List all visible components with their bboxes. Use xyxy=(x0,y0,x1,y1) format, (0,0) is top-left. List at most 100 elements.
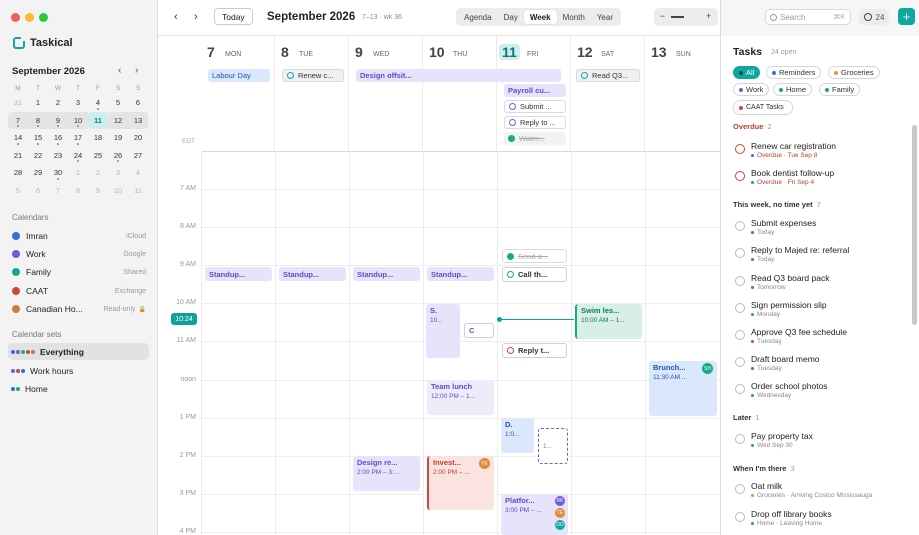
view-tab-month[interactable]: Month xyxy=(557,10,591,24)
calendar-item-caat[interactable]: CAAT Exchange xyxy=(12,286,146,296)
calendar-item-imran[interactable]: Imran iCloud xyxy=(12,231,146,241)
minical-day[interactable]: 21 xyxy=(8,147,28,165)
allday-task-water-done[interactable]: Water... xyxy=(504,132,566,145)
add-button[interactable]: + xyxy=(898,8,915,25)
minical-day[interactable]: 17 xyxy=(68,129,88,147)
minical-day[interactable]: 26 xyxy=(108,147,128,165)
task-checkbox[interactable] xyxy=(735,248,745,258)
task-checkbox[interactable] xyxy=(735,512,745,522)
task-checkbox[interactable] xyxy=(735,330,745,340)
task-checkbox[interactable] xyxy=(735,221,745,231)
allday-task-renew[interactable]: Renew c... xyxy=(282,69,344,82)
tasks-scrollbar[interactable] xyxy=(912,125,917,325)
filter-chip-reminders[interactable]: Reminders xyxy=(766,66,822,79)
minical-day[interactable]: 7 xyxy=(48,182,68,200)
event-placeholder-fri[interactable]: 1... xyxy=(538,428,568,464)
event-swim-lessons[interactable]: Swim les... 10:00 AM – 1... xyxy=(575,304,642,339)
task-checkbox[interactable] xyxy=(735,171,745,181)
minical-day[interactable]: 20 xyxy=(128,129,148,147)
minical-day[interactable]: 8 xyxy=(28,111,48,129)
minical-day[interactable]: 22 xyxy=(28,147,48,165)
day-header-thu[interactable]: 10 THU xyxy=(423,36,497,151)
minical-day[interactable]: 6 xyxy=(28,182,48,200)
event-team-lunch[interactable]: Team lunch 12:00 PM – 1... xyxy=(427,380,494,415)
view-tab-week[interactable]: Week xyxy=(523,10,557,24)
event-s-thu[interactable]: S. 10... xyxy=(426,304,460,358)
minical-day[interactable]: 9 xyxy=(88,182,108,200)
minical-day[interactable]: 27 xyxy=(128,147,148,165)
maximize-window-button[interactable] xyxy=(39,13,48,22)
view-tab-year[interactable]: Year xyxy=(591,10,619,24)
task-item[interactable]: Reply to Majed re: referral Today xyxy=(733,244,905,268)
task-item[interactable]: Order school photos Wednesday xyxy=(733,380,905,404)
zoom-slider[interactable] xyxy=(671,16,684,18)
task-item[interactable]: Read Q3 board pack Tomorrow xyxy=(733,272,905,296)
minical-day[interactable]: 10 xyxy=(108,182,128,200)
allday-event-design-offsite[interactable]: Design offsit... xyxy=(356,69,561,82)
next-week-button[interactable]: › xyxy=(194,11,198,23)
task-item[interactable]: Submit expenses Today xyxy=(733,217,905,241)
minical-day[interactable]: 1 xyxy=(68,164,88,182)
calendar-set-home[interactable]: Home xyxy=(8,380,149,397)
event-brunch[interactable]: Brunch... 11:30 AM ... SH xyxy=(649,361,717,416)
calendar-item-work[interactable]: Work Google xyxy=(12,249,146,259)
event-investor[interactable]: Invest... 2:00 PM – ... TE xyxy=(427,456,494,510)
day-header-wed[interactable]: 9 WED xyxy=(349,36,423,151)
event-standup-thu[interactable]: Standup... xyxy=(427,267,494,281)
minical-day[interactable]: 5 xyxy=(108,94,128,112)
event-standup-mon[interactable]: Standup... xyxy=(205,267,272,281)
allday-task-read-q3[interactable]: Read Q3... xyxy=(576,69,640,82)
minical-prev-button[interactable]: ‹ xyxy=(118,65,121,76)
minical-today[interactable]: 11 xyxy=(88,111,108,129)
task-item[interactable]: Pay property tax Wed Sep 30 xyxy=(733,430,905,454)
today-button[interactable]: Today xyxy=(214,8,253,25)
minimize-window-button[interactable] xyxy=(25,13,34,22)
minical-day[interactable]: 16 xyxy=(48,129,68,147)
minical-day[interactable]: 7 xyxy=(8,111,28,129)
day-header-sat[interactable]: 12 SAT xyxy=(571,36,645,151)
day-header-sun[interactable]: 13 SUN xyxy=(645,36,720,151)
minical-day[interactable]: 15 xyxy=(28,129,48,147)
view-tab-agenda[interactable]: Agenda xyxy=(458,10,498,24)
minical-day[interactable]: 11 xyxy=(128,182,148,200)
open-tasks-count[interactable]: 24 xyxy=(859,9,889,25)
task-checkbox[interactable] xyxy=(735,144,745,154)
minical-day[interactable]: 31 xyxy=(8,94,28,112)
search-input[interactable]: Search ⌘K xyxy=(765,9,851,25)
minical-day[interactable]: 13 xyxy=(128,111,148,129)
minical-day[interactable]: 10 xyxy=(68,111,88,129)
task-checkbox[interactable] xyxy=(735,303,745,313)
minical-day[interactable]: 3 xyxy=(108,164,128,182)
task-checkbox[interactable] xyxy=(735,434,745,444)
task-send-done[interactable]: Send a... xyxy=(502,249,567,263)
minical-day[interactable]: 6 xyxy=(128,94,148,112)
task-item[interactable]: Drop off library books Home · Leaving Hom… xyxy=(733,508,905,532)
task-checkbox[interactable] xyxy=(735,484,745,494)
task-item[interactable]: Book dentist follow-up Overdue · Fri Sep … xyxy=(733,167,905,191)
calendar-item-canadian-holidays[interactable]: Canadian Ho... Read-only 🔒 xyxy=(12,304,146,314)
event-platform[interactable]: Platfor... 3:00 PM – ... RK TE DO xyxy=(501,494,568,535)
allday-task-submit[interactable]: Submit ... xyxy=(504,100,566,113)
event-standup-tue[interactable]: Standup... xyxy=(279,267,346,281)
task-item[interactable]: Renew car registration Overdue · Tue Sep … xyxy=(733,140,905,164)
allday-event-payroll[interactable]: Payroll cu... xyxy=(504,84,566,97)
minical-day[interactable]: 4 xyxy=(128,164,148,182)
filter-chip-work[interactable]: Work xyxy=(733,83,770,96)
prev-week-button[interactable]: ‹ xyxy=(174,11,178,23)
minical-day[interactable]: 3 xyxy=(68,94,88,112)
task-item[interactable]: Approve Q3 fee schedule Tuesday xyxy=(733,326,905,350)
minical-next-button[interactable]: › xyxy=(135,65,138,76)
event-design-review[interactable]: Design re... 2:00 PM – 3:... xyxy=(353,456,420,491)
task-checkbox[interactable] xyxy=(735,276,745,286)
filter-chip-all[interactable]: All xyxy=(733,66,761,79)
task-checkbox[interactable] xyxy=(735,384,745,394)
minical-day[interactable]: 25 xyxy=(88,147,108,165)
task-reply-t[interactable]: Reply t... xyxy=(502,343,567,358)
minical-day[interactable]: 23 xyxy=(48,147,68,165)
minical-day[interactable]: 8 xyxy=(68,182,88,200)
minical-day[interactable]: 12 xyxy=(108,111,128,129)
event-c-thu[interactable]: C xyxy=(464,323,494,338)
minical-day[interactable]: 1 xyxy=(28,94,48,112)
task-item[interactable]: Draft board memo Tuesday xyxy=(733,353,905,377)
task-item[interactable]: Sign permission slip Monday xyxy=(733,299,905,323)
